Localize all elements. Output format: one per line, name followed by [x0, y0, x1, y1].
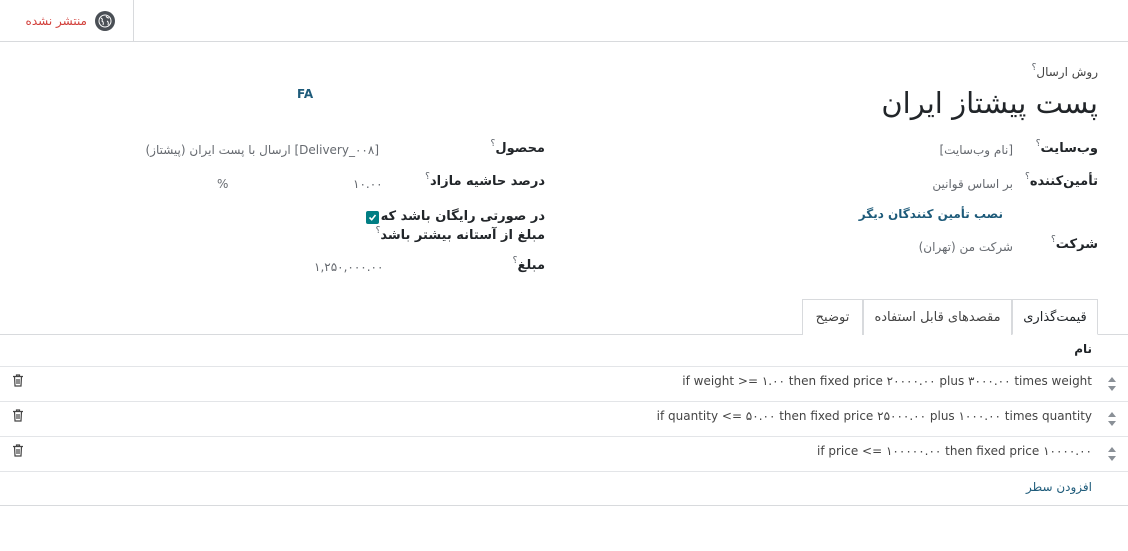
drag-handle-icon[interactable] — [1107, 376, 1117, 392]
provider-field[interactable]: بر اساس قوانین — [932, 177, 1013, 191]
globe-icon — [95, 10, 115, 31]
product-label: محصول؟ — [490, 139, 545, 156]
row-divider — [0, 471, 1128, 472]
row-divider — [0, 401, 1128, 402]
row-divider — [0, 366, 1128, 367]
website-field[interactable]: [نام وب‌سایت] — [939, 143, 1013, 157]
product-field[interactable]: [Delivery_۰۰۸] ارسال با پست ایران (پیشتا… — [145, 143, 379, 157]
delete-row-icon[interactable] — [12, 409, 24, 422]
margin-field[interactable]: ۱۰.۰۰ — [353, 177, 383, 191]
website-label: وب‌سایت؟ — [1035, 139, 1098, 156]
table-row[interactable]: if weight >= ۱.۰۰ then fixed price ۲۰۰۰۰… — [682, 374, 1092, 388]
company-field[interactable]: شرکت من (تهران) — [919, 240, 1013, 254]
help-icon[interactable]: ؟ — [491, 139, 496, 149]
table-bottom-divider — [0, 505, 1128, 506]
help-icon[interactable]: ؟ — [1036, 139, 1041, 149]
method-name-input[interactable]: پست پیشتاز ایران — [881, 86, 1098, 120]
provider-label: تأمین‌کننده؟ — [1025, 172, 1098, 189]
help-icon[interactable]: ؟ — [1032, 63, 1037, 73]
company-label: شرکت؟ — [1051, 235, 1098, 252]
tab-pricing[interactable]: قیمت‌گذاری — [1012, 299, 1098, 335]
delete-row-icon[interactable] — [12, 444, 24, 457]
table-row[interactable]: if price <= ۱۰۰۰۰۰.۰۰ then fixed price ۱… — [817, 444, 1092, 458]
free-over-threshold-checkbox[interactable] — [366, 211, 379, 224]
column-header-name: نام — [1074, 342, 1092, 356]
margin-label: درصد حاشیه مازاد؟ — [425, 172, 545, 189]
row-divider — [0, 436, 1128, 437]
top-bar: منتشر نشده — [0, 0, 1128, 42]
add-line-link[interactable]: افزودن سطر — [1026, 480, 1092, 494]
help-icon[interactable]: ؟ — [1051, 235, 1056, 245]
free-over-threshold-label: در صورتی رایگان باشد که مبلغ از آستانه ب… — [375, 209, 545, 243]
tab-description[interactable]: توضیح — [802, 299, 863, 335]
help-icon[interactable]: ؟ — [376, 226, 381, 236]
method-field-label: روش ارسال؟ — [1031, 63, 1098, 79]
language-button[interactable]: FA — [297, 87, 313, 101]
help-icon[interactable]: ؟ — [513, 256, 518, 266]
margin-unit: % — [217, 177, 229, 191]
table-row[interactable]: if quantity <= ۵۰.۰۰ then fixed price ۲۵… — [657, 409, 1092, 423]
help-icon[interactable]: ؟ — [1025, 172, 1030, 182]
publish-toggle-button[interactable]: منتشر نشده — [0, 0, 134, 41]
delete-row-icon[interactable] — [12, 374, 24, 387]
tab-destinations[interactable]: مقصدهای قابل استفاده — [863, 299, 1012, 335]
install-providers-link[interactable]: نصب تأمین کنندگان دیگر — [859, 207, 1003, 221]
amount-field[interactable]: ۱,۲۵۰,۰۰۰.۰۰ — [314, 260, 383, 274]
drag-handle-icon[interactable] — [1107, 446, 1117, 462]
publish-status-label: منتشر نشده — [25, 13, 87, 28]
help-icon[interactable]: ؟ — [425, 172, 430, 182]
amount-label: مبلغ؟ — [512, 256, 545, 273]
drag-handle-icon[interactable] — [1107, 411, 1117, 427]
